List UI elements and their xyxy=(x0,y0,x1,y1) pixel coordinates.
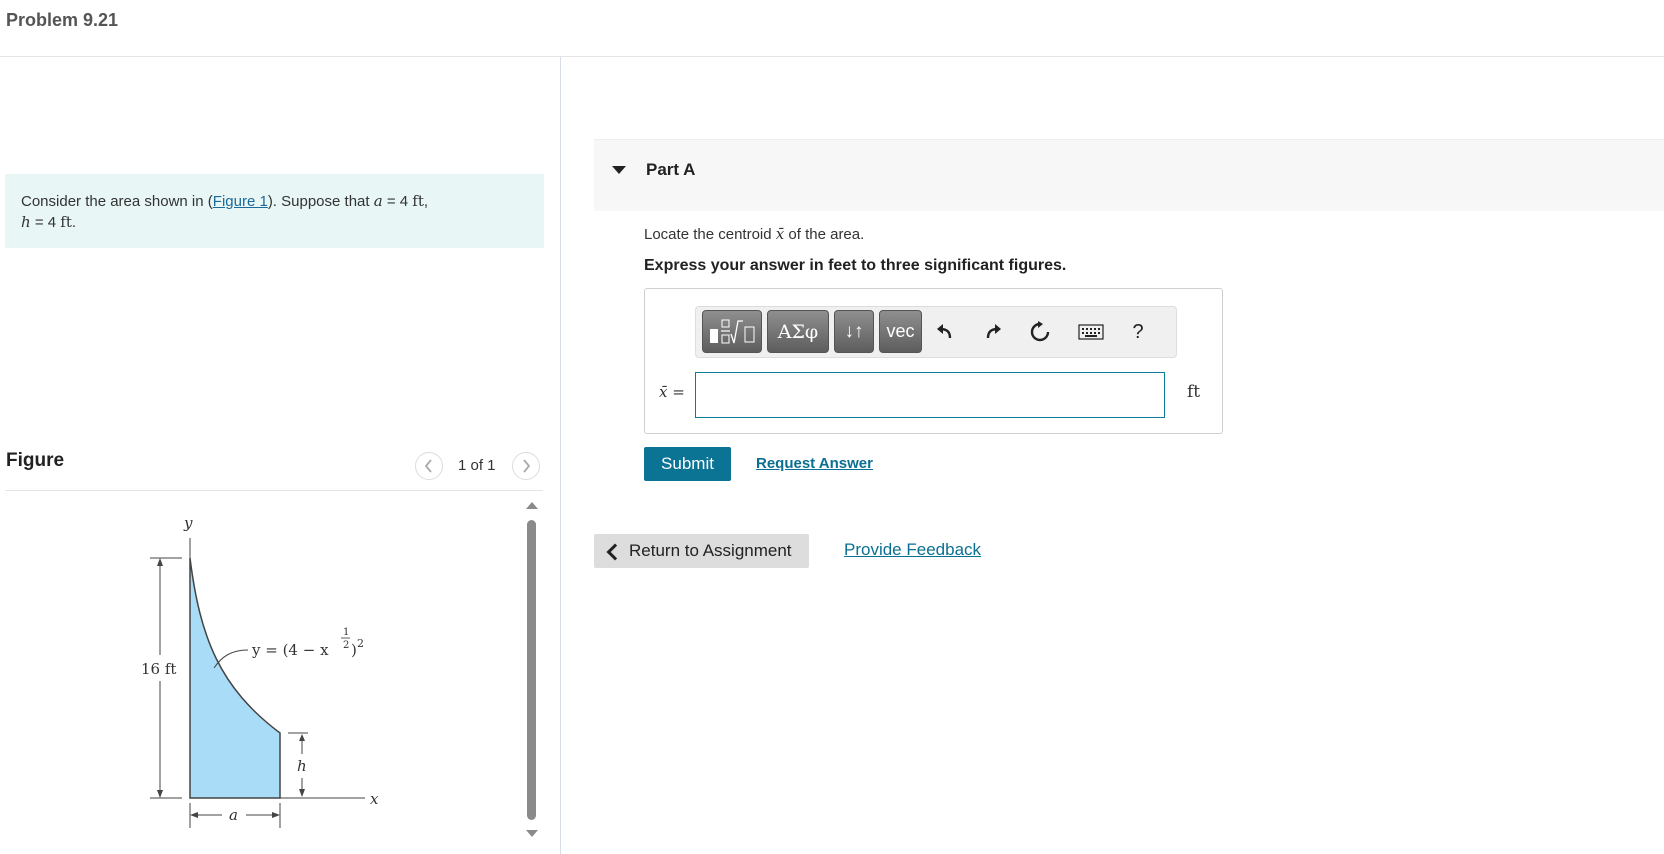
question-prefix: Locate the centroid xyxy=(644,226,776,243)
vector-button[interactable]: vec xyxy=(879,310,922,353)
figure-link[interactable]: Figure 1 xyxy=(213,193,268,210)
fraction-sqrt-icon xyxy=(710,319,755,343)
figure-heading: Figure xyxy=(6,450,65,471)
arrows-button[interactable]: ↓↑ xyxy=(834,310,874,353)
height-arrow-down xyxy=(157,790,163,798)
area-diagram: y x 16 ft y = (4 − x 1 2 ) 2 h a xyxy=(141,514,379,828)
a-arrow-right xyxy=(272,812,280,818)
a-label: a xyxy=(229,806,238,824)
redo-button[interactable] xyxy=(977,315,1009,349)
height-arrow-up xyxy=(157,558,163,566)
statement-prefix: Consider the area shown in ( xyxy=(21,193,213,210)
redo-icon xyxy=(986,324,1001,339)
templates-button[interactable] xyxy=(702,310,762,353)
scroll-down-arrow-icon[interactable] xyxy=(526,830,538,837)
keyboard-icon xyxy=(1078,324,1104,340)
curve-exponent-inner-num: 1 xyxy=(343,627,349,638)
request-answer-link[interactable]: Request Answer xyxy=(756,455,873,472)
eq-h: = 4 xyxy=(30,214,61,231)
var-a: a xyxy=(373,192,383,210)
statement-end: . xyxy=(71,214,77,231)
height-label: 16 ft xyxy=(141,660,176,678)
scroll-up-arrow-icon[interactable] xyxy=(526,502,538,509)
curve-exponent-outer: 2 xyxy=(357,637,364,650)
h-label: h xyxy=(297,757,307,775)
problem-statement: Consider the area shown in (Figure 1). S… xyxy=(5,174,544,248)
problem-title: Problem 9.21 xyxy=(6,10,119,30)
answer-label: x̄ = xyxy=(659,383,685,401)
figure-counter: 1 of 1 xyxy=(458,457,496,474)
header-divider xyxy=(0,56,1664,57)
curve-equation-left: y = (4 − x xyxy=(251,641,329,659)
column-divider xyxy=(560,57,561,854)
curve-equation-right: ) xyxy=(351,641,357,659)
question-variable: x̄ xyxy=(775,225,785,243)
statement-middle: ). Suppose that xyxy=(267,193,374,210)
shaded-area xyxy=(189,557,281,799)
return-label: Return to Assignment xyxy=(629,541,792,560)
return-to-assignment-button[interactable]: Return to Assignment xyxy=(594,534,809,568)
figure-next-button[interactable] xyxy=(512,452,540,480)
figure-divider xyxy=(5,490,543,491)
eq-a: = 4 xyxy=(382,193,413,210)
math-toolbar: ΑΣφ ↓↑ vec ? xyxy=(695,306,1177,358)
h-arrow-down xyxy=(299,789,305,797)
question-suffix: of the area. xyxy=(784,226,865,243)
scroll-thumb[interactable] xyxy=(527,520,536,820)
undo-icon xyxy=(937,324,952,339)
help-button[interactable]: ? xyxy=(1122,315,1154,349)
statement-comma: , xyxy=(423,193,429,210)
part-title: Part A xyxy=(646,160,696,179)
question-text: Locate the centroid x̄ of the area. xyxy=(644,225,864,243)
y-axis-label: y xyxy=(183,514,193,532)
answer-unit: ft xyxy=(1187,382,1201,402)
answer-input[interactable] xyxy=(695,372,1165,418)
greek-symbols-button[interactable]: ΑΣφ xyxy=(767,310,829,353)
part-a-header[interactable]: Part A xyxy=(594,139,1664,211)
answer-instruction: Express your answer in feet to three sig… xyxy=(644,257,1067,274)
submit-button[interactable]: Submit xyxy=(644,447,731,481)
a-arrow-left xyxy=(190,812,198,818)
undo-button[interactable] xyxy=(929,315,961,349)
chevron-right-icon xyxy=(523,459,531,473)
provide-feedback-link[interactable]: Provide Feedback xyxy=(844,540,981,560)
unit-h: ft xyxy=(60,213,72,231)
curve-exponent-inner-den: 2 xyxy=(343,640,349,651)
h-arrow-up xyxy=(299,734,305,741)
collapse-caret-icon[interactable] xyxy=(612,166,626,174)
figure-prev-button[interactable] xyxy=(415,452,443,480)
keyboard-button[interactable] xyxy=(1075,315,1107,349)
reset-button[interactable] xyxy=(1024,315,1056,349)
figure-scrollbar[interactable] xyxy=(524,500,538,842)
answer-panel: ΑΣφ ↓↑ vec ? x̄ = ft xyxy=(644,288,1223,434)
x-axis-label: x xyxy=(370,790,379,808)
chevron-left-icon xyxy=(424,459,432,473)
unit-a: ft xyxy=(412,192,424,210)
var-h: h xyxy=(21,213,31,231)
reset-icon xyxy=(1030,321,1050,342)
chevron-left-icon xyxy=(606,543,624,560)
